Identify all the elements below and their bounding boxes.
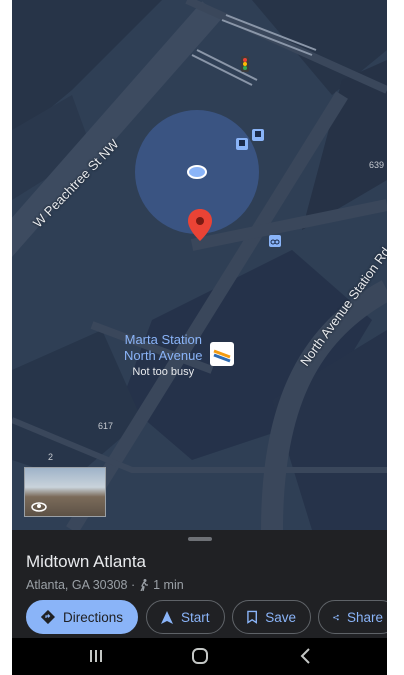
system-nav-bar bbox=[12, 638, 387, 675]
phone-screen: W Peachtree St NW North Avenue Station R… bbox=[12, 0, 387, 675]
start-label: Start bbox=[181, 609, 210, 625]
save-button[interactable]: Save bbox=[232, 600, 311, 634]
directions-label: Directions bbox=[62, 609, 123, 625]
place-title: Midtown Atlanta bbox=[26, 552, 147, 571]
walking-icon bbox=[140, 579, 149, 591]
street-view-thumbnail[interactable] bbox=[24, 467, 106, 517]
place-subtitle: Atlanta, GA 30308 · 1 min bbox=[26, 578, 184, 592]
recent-apps-icon[interactable] bbox=[86, 646, 106, 666]
bike-icon[interactable] bbox=[269, 235, 281, 247]
place-sheet: Midtown Atlanta Atlanta, GA 30308 · 1 mi… bbox=[12, 530, 387, 638]
save-label: Save bbox=[265, 609, 296, 625]
bookmark-icon bbox=[247, 610, 257, 624]
directions-icon bbox=[41, 610, 55, 624]
location-pin-icon[interactable] bbox=[188, 209, 212, 241]
walk-time: 1 min bbox=[153, 578, 184, 592]
map-number-617: 617 bbox=[98, 421, 114, 431]
share-label: Share bbox=[346, 609, 383, 625]
directions-button[interactable]: Directions bbox=[26, 600, 138, 634]
traffic-light-icon bbox=[241, 56, 249, 72]
street-view-icon bbox=[31, 502, 47, 512]
start-button[interactable]: Start bbox=[146, 600, 225, 634]
station-busy-status: Not too busy bbox=[132, 366, 195, 378]
marta-logo-icon[interactable] bbox=[210, 342, 234, 366]
back-icon[interactable] bbox=[296, 646, 316, 666]
station-name-line2: North Avenue bbox=[124, 348, 203, 363]
navigation-arrow-icon bbox=[161, 610, 173, 624]
map-canvas bbox=[12, 0, 387, 530]
station-name-line1: Marta Station bbox=[124, 332, 202, 347]
home-icon[interactable] bbox=[190, 646, 210, 666]
bus-stop-icon[interactable] bbox=[236, 138, 248, 150]
map-number-639: 639 bbox=[369, 160, 385, 170]
bus-stop-icon[interactable] bbox=[252, 129, 264, 141]
place-address: Atlanta, GA 30308 · bbox=[26, 578, 136, 592]
share-button[interactable]: Share bbox=[318, 600, 387, 634]
map-view[interactable]: W Peachtree St NW North Avenue Station R… bbox=[12, 0, 387, 530]
drag-handle[interactable] bbox=[188, 537, 212, 541]
station-label[interactable]: Marta Station North Avenue Not too busy bbox=[124, 332, 203, 378]
map-number-2: 2 bbox=[48, 452, 54, 462]
share-icon bbox=[333, 614, 339, 620]
